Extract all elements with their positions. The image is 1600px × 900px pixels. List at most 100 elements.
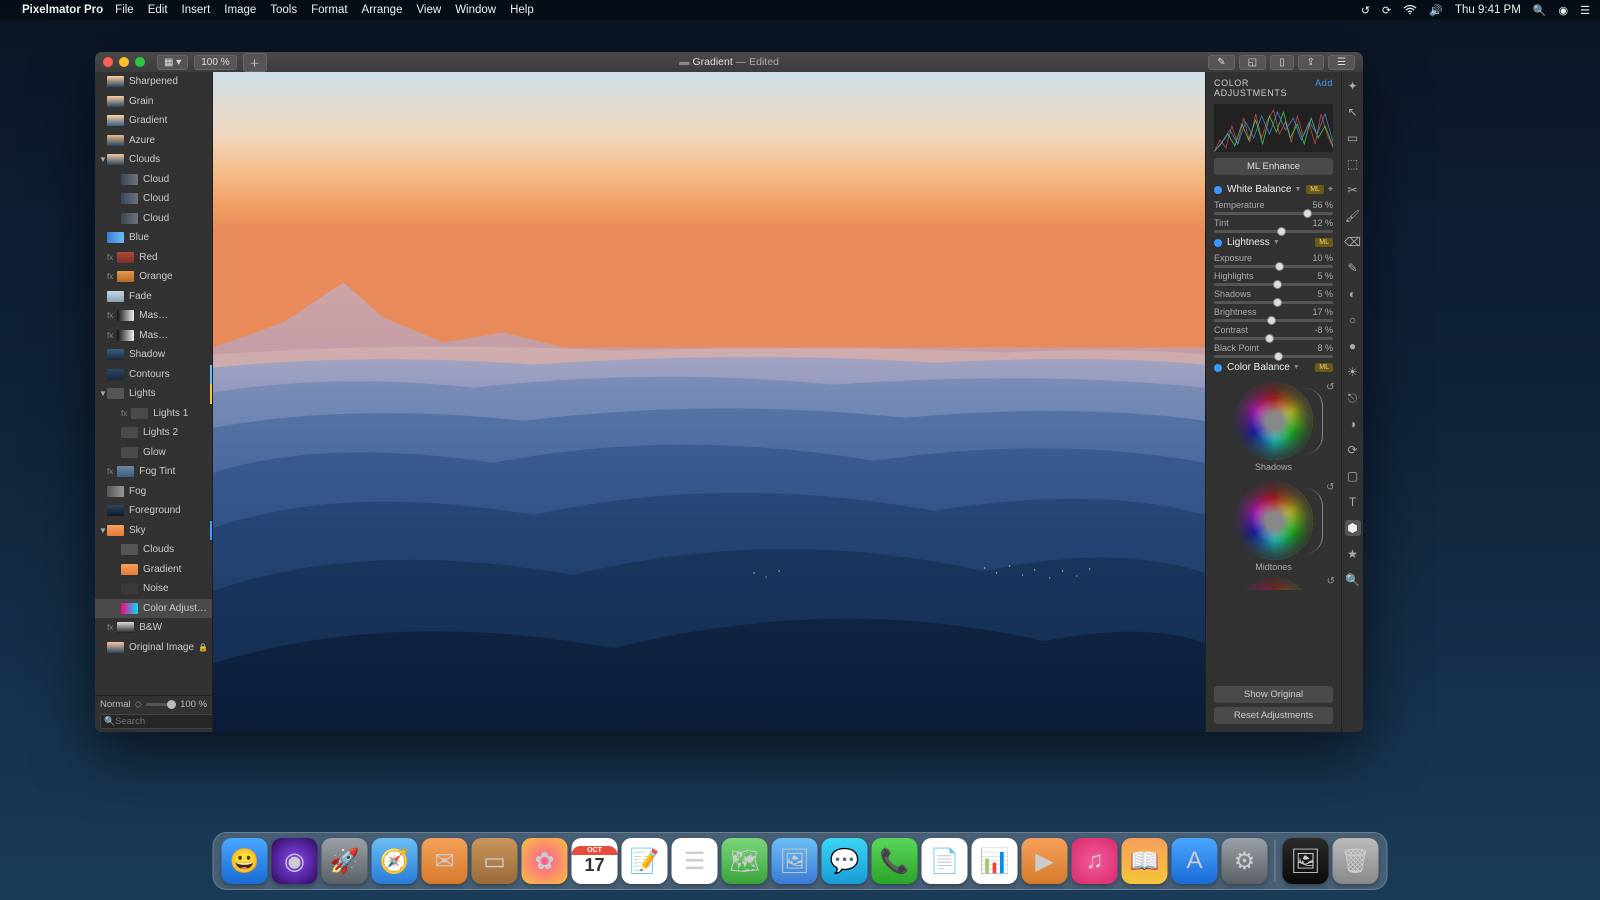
menu-format[interactable]: Format xyxy=(311,4,347,16)
dock-app[interactable]: ⚙ xyxy=(1222,838,1268,884)
layer-row[interactable]: Sharpened xyxy=(95,72,212,92)
layer-row[interactable]: Cloud xyxy=(95,209,212,229)
tool-item[interactable]: ● xyxy=(1345,338,1361,354)
opacity-slider[interactable] xyxy=(146,703,176,706)
tool-item[interactable]: ▭ xyxy=(1345,130,1361,146)
zoom-level[interactable]: 100 % xyxy=(194,55,236,70)
dock-app[interactable]: 🧭 xyxy=(372,838,418,884)
slider-contrast[interactable]: Contrast-8 % xyxy=(1206,323,1341,341)
slider-brightness[interactable]: Brightness17 % xyxy=(1206,305,1341,323)
dock-app[interactable]: 📖 xyxy=(1122,838,1168,884)
dock-app[interactable]: ▶ xyxy=(1022,838,1068,884)
dock-app[interactable]: 📞 xyxy=(872,838,918,884)
reset-icon[interactable]: ↺ xyxy=(1326,482,1334,493)
tool-item[interactable]: ☀ xyxy=(1345,364,1361,380)
section-color-balance[interactable]: Color Balance▼ ML xyxy=(1206,359,1341,376)
tool-item[interactable]: ⟳ xyxy=(1345,442,1361,458)
tool-item[interactable]: ▢ xyxy=(1345,468,1361,484)
tool-item[interactable]: ↖ xyxy=(1345,104,1361,120)
canvas[interactable] xyxy=(213,72,1205,732)
layer-row[interactable]: Contours xyxy=(95,365,212,385)
menu-tools[interactable]: Tools xyxy=(270,4,297,16)
ml-enhance-button[interactable]: ML Enhance xyxy=(1214,158,1333,175)
dock-app[interactable]: ♫ xyxy=(1072,838,1118,884)
layer-row[interactable]: Cloud xyxy=(95,170,212,190)
menu-image[interactable]: Image xyxy=(224,4,256,16)
dock-app[interactable]: 😀 xyxy=(222,838,268,884)
window-minimize-button[interactable] xyxy=(119,57,129,67)
menu-edit[interactable]: Edit xyxy=(148,4,168,16)
layer-row[interactable]: ▼Sky xyxy=(95,521,212,541)
layer-row[interactable]: fxB&W xyxy=(95,618,212,638)
app-name[interactable]: Pixelmator Pro xyxy=(22,4,103,16)
section-white-balance[interactable]: White Balance▼ ML⌖ xyxy=(1206,181,1341,198)
layer-search-input[interactable] xyxy=(100,714,213,729)
dock-app[interactable]: 🖼 xyxy=(1283,838,1329,884)
reset-adjustments-button[interactable]: Reset Adjustments xyxy=(1214,707,1333,724)
volume-icon[interactable]: 🔊 xyxy=(1429,4,1443,17)
tool-item[interactable]: T xyxy=(1345,494,1361,510)
slider-tint[interactable]: Tint12 % xyxy=(1206,216,1341,234)
reset-icon[interactable]: ↺ xyxy=(1326,382,1334,393)
dock-app[interactable]: 🚀 xyxy=(322,838,368,884)
dock-app[interactable]: ▭ xyxy=(472,838,518,884)
add-adjustment-button[interactable]: Add xyxy=(1315,78,1333,98)
reset-icon[interactable]: ↺ xyxy=(1327,576,1335,587)
draw-tool-button[interactable]: ✎ xyxy=(1208,55,1234,70)
show-original-button[interactable]: Show Original xyxy=(1214,686,1333,703)
layer-row[interactable]: fxMas… xyxy=(95,306,212,326)
menu-arrange[interactable]: Arrange xyxy=(362,4,403,16)
notification-center-icon[interactable]: ☰ xyxy=(1580,4,1590,17)
layer-row[interactable]: Blue xyxy=(95,228,212,248)
crop-tool-button[interactable]: ◱ xyxy=(1239,55,1266,70)
history-icon[interactable]: ↺ xyxy=(1361,4,1370,17)
menu-window[interactable]: Window xyxy=(455,4,496,16)
dock-app[interactable]: ✿ xyxy=(522,838,568,884)
tool-item[interactable]: ★ xyxy=(1345,546,1361,562)
layer-row[interactable]: Gradient xyxy=(95,111,212,131)
dock-app[interactable]: 📝 xyxy=(622,838,668,884)
slider-exposure[interactable]: Exposure10 % xyxy=(1206,251,1341,269)
layer-row[interactable]: Grain xyxy=(95,92,212,112)
dock-app[interactable]: A xyxy=(1172,838,1218,884)
slider-highlights[interactable]: Highlights5 % xyxy=(1206,269,1341,287)
dock-app[interactable]: 💬 xyxy=(822,838,868,884)
layer-row[interactable]: Lights 2 xyxy=(95,423,212,443)
layer-row[interactable]: Shadow xyxy=(95,345,212,365)
layer-row[interactable]: ▼Clouds xyxy=(95,150,212,170)
sidebar-toggle-button[interactable]: ☰ xyxy=(1328,55,1355,70)
layer-row[interactable]: Clouds xyxy=(95,540,212,560)
tool-item[interactable]: ✎ xyxy=(1345,260,1361,276)
window-zoom-button[interactable] xyxy=(135,57,145,67)
blend-mode[interactable]: Normal xyxy=(100,699,131,710)
tool-item[interactable]: ⬢ xyxy=(1345,520,1361,536)
page-button[interactable]: ▯ xyxy=(1270,55,1294,70)
dock-app[interactable]: 🗑 xyxy=(1333,838,1379,884)
layer-row[interactable]: fxRed xyxy=(95,248,212,268)
tool-item[interactable]: ◑ xyxy=(1345,416,1361,432)
view-mode-button[interactable]: ▦ ▾ xyxy=(157,55,188,70)
color-wheel-highlights[interactable] xyxy=(1235,578,1313,590)
color-wheel-midtones[interactable]: ↺ xyxy=(1235,482,1313,560)
share-button[interactable]: ⇪ xyxy=(1298,55,1324,70)
menu-insert[interactable]: Insert xyxy=(182,4,211,16)
tool-item[interactable]: ✦ xyxy=(1345,78,1361,94)
section-lightness[interactable]: Lightness▼ ML xyxy=(1206,234,1341,251)
layer-row[interactable]: Fade xyxy=(95,287,212,307)
layer-row[interactable]: Glow xyxy=(95,443,212,463)
window-close-button[interactable] xyxy=(103,57,113,67)
layer-row[interactable]: Original Image🔒 xyxy=(95,638,212,658)
layer-row[interactable]: Noise xyxy=(95,579,212,599)
tool-item[interactable]: ○ xyxy=(1345,312,1361,328)
sync-icon[interactable]: ⟳ xyxy=(1382,4,1391,17)
layer-row[interactable]: fxFog Tint xyxy=(95,462,212,482)
slider-black-point[interactable]: Black Point8 % xyxy=(1206,341,1341,359)
menubar-clock[interactable]: Thu 9:41 PM xyxy=(1455,4,1521,16)
siri-icon[interactable]: ◉ xyxy=(1559,4,1569,17)
layer-row[interactable]: fxMas… xyxy=(95,326,212,346)
slider-shadows[interactable]: Shadows5 % xyxy=(1206,287,1341,305)
wifi-icon[interactable] xyxy=(1403,5,1417,15)
layer-row[interactable]: Foreground xyxy=(95,501,212,521)
layer-row[interactable]: fxOrange xyxy=(95,267,212,287)
menu-file[interactable]: File xyxy=(115,4,134,16)
